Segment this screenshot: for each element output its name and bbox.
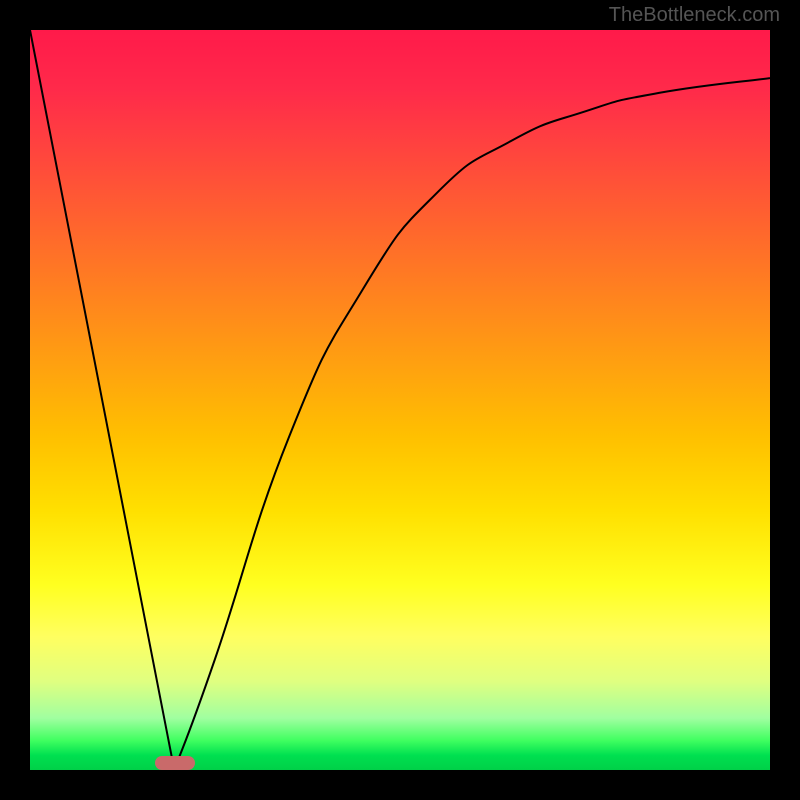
chart-plot-area: [30, 30, 770, 770]
chart-curve: [30, 30, 770, 770]
optimal-point-marker: [155, 756, 195, 770]
watermark-text: TheBottleneck.com: [609, 4, 780, 27]
